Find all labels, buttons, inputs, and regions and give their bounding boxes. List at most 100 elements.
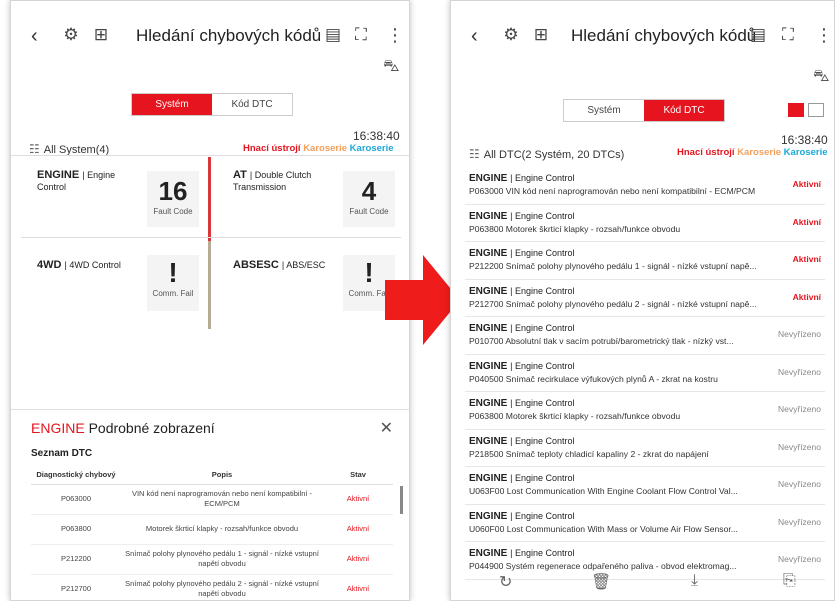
column-header: Stav [323, 466, 393, 485]
card-name: ABSESC | ABS/ESC [233, 259, 326, 271]
dtc-description: P218500 Snímač teploty chladicí kapaliny… [469, 448, 709, 459]
top-bar: ‹ ⚙ ⊞ Hledání chybových kódů ▤ ⛶ ⋮ [451, 19, 834, 51]
dtc-description: P063800 Motorek škrticí klapky - rozsah/… [469, 411, 681, 421]
list-item[interactable]: ENGINE | Engine Control P063800 Motorek š… [465, 205, 825, 242]
list-filter-icon[interactable]: ☷ [469, 147, 480, 161]
category-body-alt[interactable]: Karoserie [784, 147, 828, 158]
save-icon[interactable]: ⊞ [91, 25, 111, 45]
table-row[interactable]: P212700 Snímač polohy plynového pedálu 2 … [31, 574, 393, 600]
dtc-system: ENGINE | Engine Control [469, 248, 575, 259]
car-icon[interactable]: ⛍ [813, 67, 830, 87]
table-row[interactable]: P063800 Motorek škrticí klapky - rozsah/f… [31, 514, 393, 545]
dtc-status: Aktivní [792, 216, 821, 227]
export-icon[interactable]: ⎘ [783, 572, 796, 590]
more-icon[interactable]: ⋮ [815, 25, 833, 46]
page-title: Hledání chybových kódů [136, 26, 322, 45]
warning-icon: ! [168, 257, 178, 288]
dtc-description: P212200 Snímač polohy plynového pedálu 1… [469, 261, 757, 271]
tab-system[interactable]: Systém [564, 100, 644, 121]
system-card-at[interactable]: AT | Double Clutch Transmission 4 Fault … [217, 157, 407, 237]
detail-system: ENGINE [31, 420, 85, 436]
dtc-description: VIN kód není naprogramován nebo není kom… [121, 484, 323, 515]
summary-text: All DTC(2 Systém, 20 DTCs) [483, 149, 625, 161]
fault-label: Fault Code [349, 207, 389, 216]
red-arrow [385, 255, 460, 345]
delete-icon[interactable]: 🗑 [591, 572, 611, 592]
category-body-alt[interactable]: Karoserie [350, 143, 394, 154]
dtc-description: P063000 VIN kód není naprogramován nebo … [469, 186, 756, 196]
fault-label: Fault Code [153, 207, 193, 216]
list-item[interactable]: ENGINE | Engine Control P040500 Snímač re… [465, 355, 825, 392]
back-icon[interactable]: ‹ [31, 25, 38, 48]
list-item[interactable]: ENGINE | Engine Control P218500 Snímač te… [465, 430, 825, 467]
card-name: 4WD | 4WD Control [37, 259, 121, 271]
dtc-description: Snímač polohy plynového pedálu 2 - signá… [121, 574, 323, 600]
save-icon[interactable]: ⊞ [531, 25, 551, 45]
report-icon[interactable]: ▤ [323, 25, 343, 45]
dtc-code: P212200 [31, 544, 121, 575]
system-summary: ☷ All System(4) [29, 142, 109, 156]
category-body[interactable]: Karoserie [737, 147, 781, 158]
top-bar: ‹ ⚙ ⊞ Hledání chybových kódů ▤ ⛶ ⋮ [11, 19, 409, 51]
fault-count-box: 4 Fault Code [343, 171, 395, 227]
category-body[interactable]: Karoserie [303, 143, 347, 154]
dtc-description: U060F00 Lost Communication With Mass or … [469, 523, 738, 534]
dtc-system: ENGINE | Engine Control [469, 435, 575, 447]
back-icon[interactable]: ‹ [471, 25, 478, 48]
list-item[interactable]: ENGINE | Engine Control P212700 Snímač po… [465, 280, 825, 317]
vehicle-link-icon[interactable]: ⚙ [501, 25, 521, 45]
dtc-system: ENGINE | Engine Control [469, 473, 575, 484]
comm-fail-label: Comm. Fail [152, 289, 194, 298]
list-filter-icon[interactable]: ☷ [29, 142, 40, 156]
system-card-engine[interactable]: ENGINE | Engine Control 16 Fault Code [21, 157, 211, 245]
system-card-absesc[interactable]: ABSESC | ABS/ESC ! Comm. Fail [217, 241, 407, 321]
list-item[interactable]: ENGINE | Engine Control U060F00 Lost Comm… [465, 505, 825, 542]
list-item[interactable]: ENGINE | Engine Control P010700 Absolutní… [465, 317, 825, 355]
tab-system[interactable]: Systém [132, 94, 212, 115]
more-icon[interactable]: ⋮ [386, 25, 404, 46]
dtc-status: Nevyřízeno [778, 329, 821, 339]
tab-switch: Systém Kód DTC [131, 93, 293, 116]
dtc-code: P063800 [31, 514, 121, 545]
tab-dtc[interactable]: Kód DTC [644, 100, 724, 121]
close-icon[interactable]: ✕ [380, 418, 393, 438]
report-icon[interactable]: ▤ [748, 25, 768, 45]
right-screen: ‹ ⚙ ⊞ Hledání chybových kódů ▤ ⛶ ⋮ ⛍ Sys… [450, 0, 835, 601]
system-card-4wd[interactable]: 4WD | 4WD Control ! Comm. Fail [21, 241, 211, 329]
timestamp: 16:38:40 [781, 133, 828, 147]
expand-icon[interactable]: ⛶ [778, 25, 798, 45]
column-header: Popis [121, 466, 323, 485]
list-view-icon[interactable] [788, 103, 804, 117]
grid-view-icon[interactable] [808, 103, 824, 117]
dtc-description: P010700 Absolutní tlak v sacím potrubí/b… [469, 336, 734, 346]
vehicle-link-icon[interactable]: ⚙ [61, 25, 81, 45]
table-row[interactable]: P212200 Snímač polohy plynového pedálu 1 … [31, 544, 393, 575]
dtc-system: ENGINE | Engine Control [469, 285, 575, 297]
expand-icon[interactable]: ⛶ [351, 25, 371, 45]
category-powertrain[interactable]: Hnací ústrojí [677, 147, 735, 158]
list-item[interactable]: ENGINE | Engine Control P063800 Motorek š… [465, 392, 825, 430]
tab-dtc[interactable]: Kód DTC [212, 94, 292, 115]
divider [11, 155, 409, 156]
dtc-description: U063F00 Lost Communication With Engine C… [469, 486, 738, 496]
dtc-status: Nevyřízeno [778, 366, 821, 377]
list-item[interactable]: ENGINE | Engine Control P063000 VIN kód n… [465, 167, 825, 205]
divider [21, 237, 401, 238]
bottom-toolbar: ↻ 🗑 ⤓ ⎘ [451, 566, 834, 600]
download-icon[interactable]: ⤓ [691, 572, 698, 590]
list-item[interactable]: ENGINE | Engine Control P212200 Snímač po… [465, 242, 825, 280]
scrollbar[interactable] [400, 486, 403, 514]
left-screen: ‹ ⚙ ⊞ Hledání chybových kódů ▤ ⛶ ⋮ ⛍ Sys… [10, 0, 410, 601]
tab-switch: Systém Kód DTC [563, 99, 725, 122]
detail-heading: Podrobné zobrazení [88, 420, 215, 436]
car-icon[interactable]: ⛍ [383, 57, 400, 77]
dtc-status: Nevyřízeno [778, 479, 821, 489]
list-item[interactable]: ENGINE | Engine Control U063F00 Lost Comm… [465, 467, 825, 505]
dtc-status: Aktivní [792, 291, 821, 302]
refresh-icon[interactable]: ↻ [499, 572, 512, 592]
category-powertrain[interactable]: Hnací ústrojí [243, 143, 301, 154]
table-row[interactable]: P063000 VIN kód není naprogramován nebo n… [31, 484, 393, 515]
dtc-system: ENGINE | Engine Control [469, 510, 575, 522]
category-legend: Hnací ústrojí Karoserie Karoserie [243, 143, 394, 154]
dtc-code: P212700 [31, 574, 121, 600]
